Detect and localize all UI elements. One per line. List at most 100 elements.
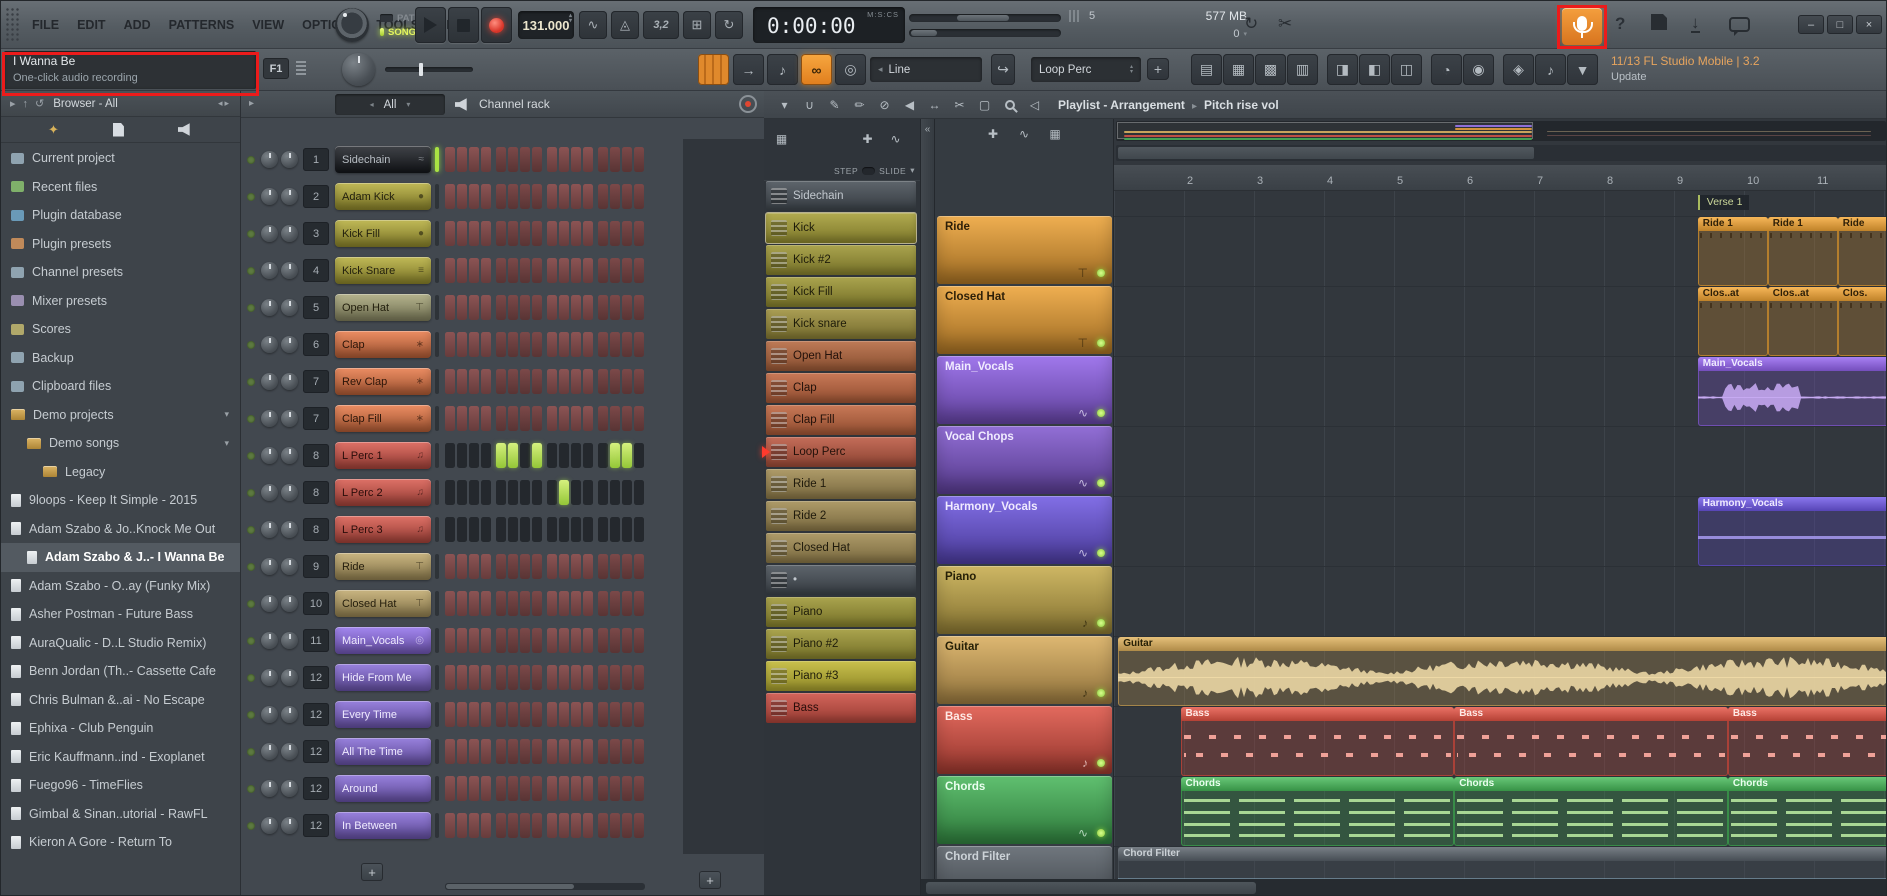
- grid-h-scrollbar[interactable]: [1116, 145, 1886, 161]
- step-cell[interactable]: [622, 258, 632, 283]
- step-cell[interactable]: [445, 443, 455, 468]
- step-cell[interactable]: [547, 258, 557, 283]
- browser-item[interactable]: Backup: [1, 344, 240, 373]
- step-cell[interactable]: [469, 295, 479, 320]
- close-button[interactable]: ×: [1856, 15, 1882, 34]
- step-cell[interactable]: [547, 147, 557, 172]
- playlist-clip[interactable]: Ride: [1838, 217, 1887, 286]
- step-cell[interactable]: [634, 665, 644, 690]
- track-enable-led[interactable]: [1097, 759, 1105, 767]
- browser-item[interactable]: Plugin presets: [1, 230, 240, 259]
- browser-item[interactable]: Chris Bulman &..ai - No Escape: [1, 686, 240, 715]
- step-cell[interactable]: [445, 295, 455, 320]
- channel-pan-knob[interactable]: [261, 151, 278, 168]
- channel-select-strip[interactable]: [435, 147, 439, 172]
- step-cell[interactable]: [583, 221, 593, 246]
- playlist-track-header[interactable]: Piano♪: [937, 566, 1112, 634]
- channel-mute-led[interactable]: [247, 711, 255, 719]
- record-target-icon[interactable]: [739, 95, 757, 113]
- step-cell[interactable]: [610, 739, 620, 764]
- step-cell[interactable]: [622, 776, 632, 801]
- channel-mixer-target[interactable]: 6: [303, 333, 329, 356]
- step-cell[interactable]: [445, 813, 455, 838]
- step-cell[interactable]: [469, 813, 479, 838]
- track-enable-led[interactable]: [1097, 829, 1105, 837]
- step-cell[interactable]: [532, 517, 542, 542]
- step-cell[interactable]: [634, 628, 644, 653]
- step-cell[interactable]: [469, 369, 479, 394]
- channel-mixer-target[interactable]: 8: [303, 481, 329, 504]
- step-cell[interactable]: [445, 702, 455, 727]
- step-cell[interactable]: [481, 813, 491, 838]
- step-cell[interactable]: [496, 665, 506, 690]
- channel-volume-knob[interactable]: [281, 225, 298, 242]
- add-channel-button-2[interactable]: +: [699, 871, 721, 889]
- scrub-slider[interactable]: [909, 14, 1061, 22]
- channel-select-strip[interactable]: [435, 813, 439, 838]
- f1-help-badge[interactable]: F1: [263, 58, 289, 79]
- step-cell[interactable]: [469, 628, 479, 653]
- step-cell[interactable]: [496, 406, 506, 431]
- pattern-item[interactable]: Kick: [766, 213, 916, 243]
- channel-mixer-target[interactable]: 12: [303, 666, 329, 689]
- toggle-plugin-picker-button[interactable]: ◧: [1359, 54, 1390, 85]
- track-enable-led[interactable]: [1097, 549, 1105, 557]
- step-cell[interactable]: [481, 369, 491, 394]
- channel-select-strip[interactable]: [435, 406, 439, 431]
- step-cell[interactable]: [520, 369, 530, 394]
- pattern-item[interactable]: Clap Fill: [766, 405, 916, 435]
- main-pitch-slider[interactable]: [385, 63, 473, 76]
- step-cell[interactable]: [598, 221, 608, 246]
- menu-edit[interactable]: EDIT: [68, 14, 114, 36]
- step-cell[interactable]: [610, 517, 620, 542]
- browser-refresh-icon[interactable]: ↺: [35, 97, 44, 110]
- channel-mixer-target[interactable]: 8: [303, 518, 329, 541]
- step-cell[interactable]: [547, 739, 557, 764]
- step-cell[interactable]: [547, 517, 557, 542]
- step-cell[interactable]: [571, 591, 581, 616]
- step-cell[interactable]: [508, 369, 518, 394]
- step-cell[interactable]: [583, 813, 593, 838]
- step-cell[interactable]: [559, 554, 569, 579]
- channel-mute-led[interactable]: [247, 489, 255, 497]
- channel-pan-knob[interactable]: [261, 225, 278, 242]
- channel-pan-knob[interactable]: [261, 262, 278, 279]
- step-cell[interactable]: [481, 554, 491, 579]
- channel-mixer-target[interactable]: 8: [303, 444, 329, 467]
- channel-pan-knob[interactable]: [261, 410, 278, 427]
- step-cell[interactable]: [520, 443, 530, 468]
- note-tool-icon[interactable]: ♪: [767, 54, 798, 85]
- step-cell[interactable]: [583, 480, 593, 505]
- step-cell[interactable]: [598, 628, 608, 653]
- browser-item[interactable]: Legacy: [1, 458, 240, 487]
- track-enable-led[interactable]: [1097, 339, 1105, 347]
- step-cell[interactable]: [457, 517, 467, 542]
- step-cell[interactable]: [532, 369, 542, 394]
- playlist-clip[interactable]: Main_Vocals: [1698, 357, 1887, 426]
- track-slide-icon[interactable]: ∿: [1013, 124, 1036, 144]
- menu-patterns[interactable]: PATTERNS: [160, 14, 244, 36]
- track-enable-led[interactable]: [1097, 689, 1105, 697]
- step-cell[interactable]: [622, 813, 632, 838]
- step-cell[interactable]: [496, 295, 506, 320]
- step-cell[interactable]: [481, 591, 491, 616]
- add-channel-button[interactable]: +: [361, 863, 383, 881]
- browser-item[interactable]: Adam Szabo & Jo..Knock Me Out: [1, 515, 240, 544]
- rack-scrollbar-thumb[interactable]: [446, 884, 574, 889]
- step-cell[interactable]: [469, 739, 479, 764]
- step-cell[interactable]: [634, 221, 644, 246]
- browser-item[interactable]: Recent files: [1, 173, 240, 202]
- step-cell[interactable]: [445, 776, 455, 801]
- step-cell[interactable]: [496, 258, 506, 283]
- step-cell[interactable]: [571, 628, 581, 653]
- step-cell[interactable]: [457, 480, 467, 505]
- step-cell[interactable]: [496, 480, 506, 505]
- step-cell[interactable]: [469, 406, 479, 431]
- step-cell[interactable]: [508, 184, 518, 209]
- step-cell[interactable]: [520, 813, 530, 838]
- channel-pan-knob[interactable]: [261, 484, 278, 501]
- step-cell[interactable]: [457, 628, 467, 653]
- playlist-clip[interactable]: Chord Filter: [1118, 847, 1887, 879]
- zoom-tool-icon[interactable]: [998, 95, 1021, 115]
- step-cell[interactable]: [496, 813, 506, 838]
